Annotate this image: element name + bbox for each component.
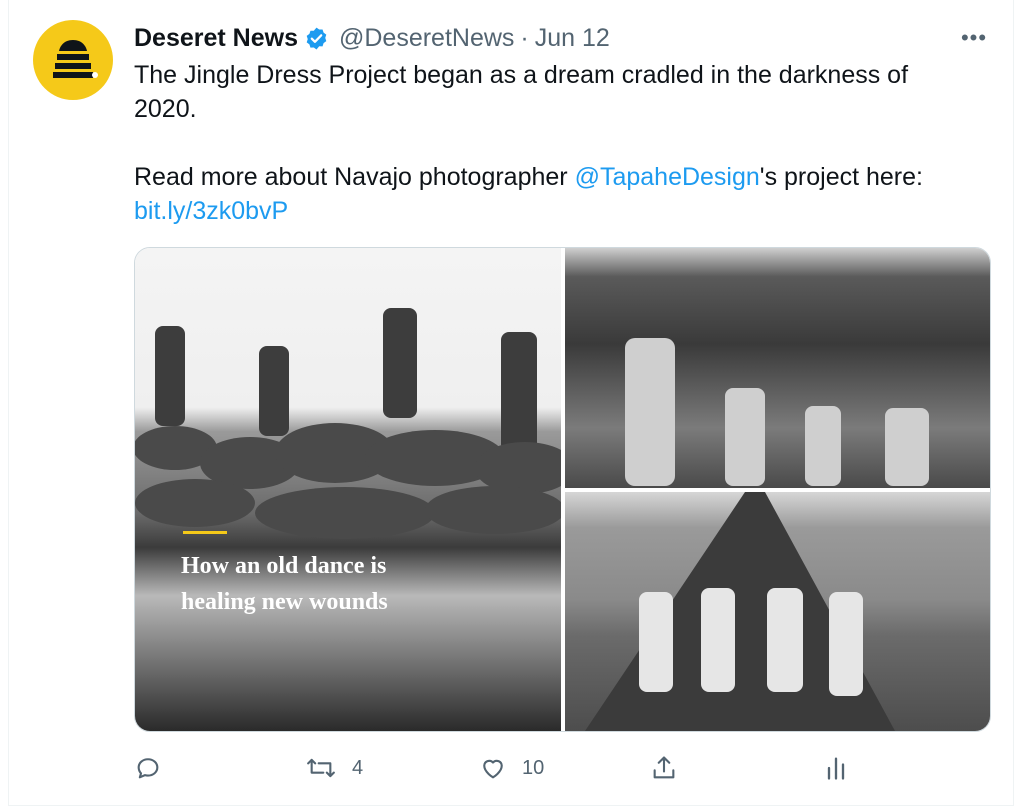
more-options-icon[interactable]: •••	[956, 24, 992, 52]
analytics-button[interactable]	[824, 748, 848, 788]
tweet-text-line1: The Jingle Dress Project began as a drea…	[134, 61, 909, 123]
retweet-count: 4	[352, 756, 364, 779]
author-handle[interactable]: @DeseretNews	[339, 24, 514, 53]
reply-icon	[137, 758, 159, 779]
overlay-title-line1: How an old dance is	[181, 553, 387, 579]
tweet-date[interactable]: Jun 12	[535, 24, 610, 53]
like-button[interactable]: 10	[478, 748, 544, 788]
photo-dancers-on-rocks[interactable]: How an old dance is healing new wounds	[135, 248, 561, 731]
url-link[interactable]: bit.ly/3zk0bvP	[134, 197, 288, 225]
photo-dancers-in-forest[interactable]	[565, 248, 990, 488]
share-icon	[653, 756, 675, 779]
avatar[interactable]	[33, 20, 113, 100]
like-count: 10	[522, 756, 545, 779]
tweet-body: The Jingle Dress Project began as a drea…	[134, 58, 974, 228]
author-name[interactable]: Deseret News	[134, 24, 298, 53]
media-grid: How an old dance is healing new wounds	[134, 247, 991, 732]
beehive-logo-icon	[53, 40, 98, 78]
photo-dancers-on-road[interactable]	[565, 492, 990, 731]
tweet-actions: 4 10	[134, 748, 854, 788]
like-icon	[483, 759, 503, 779]
tweet-text-line2: Read more about Navajo photographer @Tap…	[134, 160, 974, 194]
overlay-title-line2: healing new wounds	[181, 589, 388, 615]
separator-dot: ·	[520, 23, 529, 52]
analytics-icon	[827, 757, 845, 780]
verified-badge-icon	[304, 26, 329, 51]
tweet-text-after-mention: 's project here:	[759, 163, 923, 191]
retweet-button[interactable]: 4	[304, 748, 363, 788]
reply-button[interactable]	[134, 748, 176, 788]
share-button[interactable]	[650, 748, 678, 788]
overlay-accent-line	[183, 531, 227, 534]
retweet-icon	[307, 758, 335, 778]
photo-overlay-title: How an old dance is healing new wounds	[181, 548, 481, 620]
tweet-text-before-mention: Read more about Navajo photographer	[134, 163, 575, 191]
mention-link[interactable]: @TapaheDesign	[575, 163, 760, 191]
tweet-header: Deseret News @DeseretNews · Jun 12	[134, 22, 610, 54]
